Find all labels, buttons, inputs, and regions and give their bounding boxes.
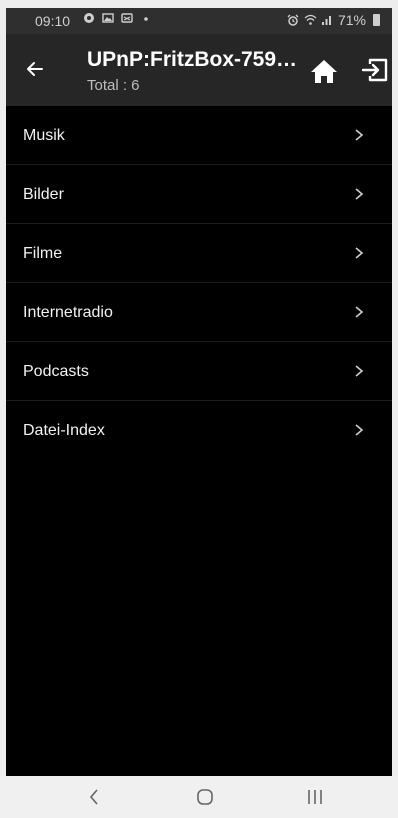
app-screen: 09:10 71% UPnP:FritzBox-759… Total: 6 M… xyxy=(6,8,392,818)
image-icon xyxy=(102,12,114,24)
chevron-right-icon xyxy=(355,247,364,259)
alarm-icon xyxy=(287,14,299,26)
list-item-datei-index[interactable]: Datei-Index xyxy=(6,401,392,459)
system-nav-bar xyxy=(0,776,398,818)
item-count: Total : 6 xyxy=(87,77,140,94)
battery-percentage: 71% xyxy=(337,12,366,28)
back-nav-icon[interactable] xyxy=(88,789,100,805)
status-bar: 09:10 71% xyxy=(6,8,392,34)
exit-button[interactable] xyxy=(360,55,390,85)
dot-icon xyxy=(140,12,152,24)
list-item-musik[interactable]: Musik xyxy=(6,106,392,165)
list-item-bilder[interactable]: Bilder xyxy=(6,165,392,224)
arrow-left-icon xyxy=(27,62,43,76)
cast-icon xyxy=(121,12,133,24)
list-item-label: Internetradio xyxy=(23,304,113,321)
chevron-right-icon xyxy=(355,365,364,377)
list-item-filme[interactable]: Filme xyxy=(6,224,392,283)
home-icon xyxy=(311,60,337,83)
chevron-right-icon xyxy=(355,188,364,200)
chevron-right-icon xyxy=(355,129,364,141)
app-header: UPnP:FritzBox-759… Total : 6 xyxy=(6,34,392,106)
chevron-right-icon xyxy=(355,306,364,318)
chevron-right-icon xyxy=(355,424,364,436)
recents-nav-icon[interactable] xyxy=(306,789,324,805)
wifi-icon xyxy=(304,14,317,26)
list-item-podcasts[interactable]: Podcasts xyxy=(6,342,392,401)
battery-icon xyxy=(373,14,380,26)
notification-icons xyxy=(83,12,152,24)
home-button[interactable] xyxy=(308,56,340,86)
system-icons: 71% xyxy=(287,12,380,28)
list-item-internetradio[interactable]: Internetradio xyxy=(6,283,392,342)
home-nav-icon[interactable] xyxy=(196,788,214,806)
status-time: 09:10 xyxy=(35,13,71,29)
signal-icon xyxy=(321,14,333,26)
list-item-label: Bilder xyxy=(23,186,64,203)
folder-list: Musik Bilder Filme Internetradio Podcast… xyxy=(6,106,392,459)
page-title: UPnP:FritzBox-759… xyxy=(87,48,298,71)
list-item-label: Datei-Index xyxy=(23,422,105,439)
list-item-label: Filme xyxy=(23,245,63,262)
exit-icon xyxy=(361,58,388,82)
app-notification-icon xyxy=(83,12,95,24)
list-item-label: Podcasts xyxy=(23,363,89,380)
list-item-label: Musik xyxy=(23,127,65,144)
back-button[interactable] xyxy=(20,54,50,84)
